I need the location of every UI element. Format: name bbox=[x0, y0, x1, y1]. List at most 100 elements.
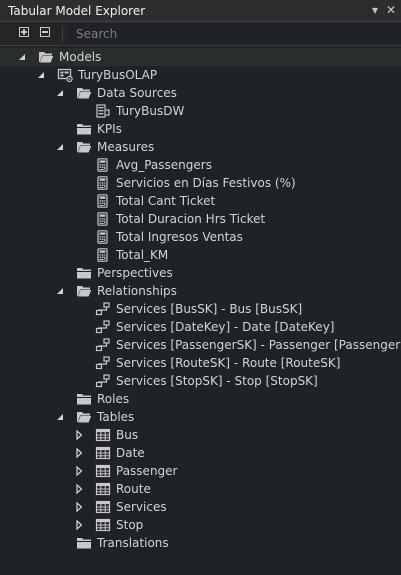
tree-item[interactable]: Services [PassengerSK] - Passenger [Pass… bbox=[0, 336, 401, 354]
expanded-arrow-icon[interactable] bbox=[54, 285, 66, 297]
table-icon bbox=[95, 500, 111, 514]
tree-item[interactable]: KPIs bbox=[0, 120, 401, 138]
datasource-icon bbox=[95, 104, 111, 118]
table-icon bbox=[95, 518, 111, 532]
tree-item[interactable]: Models bbox=[0, 48, 401, 66]
tree-item-label: TuryBusOLAP bbox=[78, 68, 158, 82]
tree-item-label: Bus bbox=[116, 428, 139, 442]
tree-item[interactable]: Total Duracion Hrs Ticket bbox=[0, 210, 401, 228]
collapse-all-button[interactable] bbox=[40, 27, 50, 37]
tree-item-label: Avg_Passengers bbox=[116, 158, 212, 172]
tree-item-label: Measures bbox=[97, 140, 155, 154]
tree-item-label: Services [BusSK] - Bus [BusSK] bbox=[116, 302, 303, 316]
collapsed-arrow-icon[interactable] bbox=[73, 501, 85, 513]
tree-item-label: KPIs bbox=[97, 122, 122, 136]
title-bar: Tabular Model Explorer ▾ ✕ bbox=[0, 0, 401, 22]
tree-item[interactable]: Tables bbox=[0, 408, 401, 426]
tree-item[interactable]: Avg_Passengers bbox=[0, 156, 401, 174]
relationship-icon bbox=[95, 356, 111, 370]
tree-item[interactable]: TuryBusOLAP bbox=[0, 66, 401, 84]
tree-item[interactable]: Bus bbox=[0, 426, 401, 444]
tree-item-label: Stop bbox=[116, 518, 144, 532]
folder-icon bbox=[76, 266, 92, 280]
tree-item[interactable]: Services [DateKey] - Date [DateKey] bbox=[0, 318, 401, 336]
calculator-icon bbox=[95, 248, 111, 262]
expanded-arrow-icon[interactable] bbox=[54, 411, 66, 423]
folder-open-icon bbox=[76, 284, 92, 298]
calculator-icon bbox=[95, 230, 111, 244]
relationship-icon bbox=[95, 374, 111, 388]
collapsed-arrow-icon[interactable] bbox=[73, 519, 85, 531]
folder-open-icon bbox=[38, 50, 54, 64]
relationship-icon bbox=[95, 338, 111, 352]
tree-item-label: TuryBusDW bbox=[116, 104, 185, 118]
calculator-icon bbox=[95, 176, 111, 190]
tree-item-label: Models bbox=[59, 50, 102, 64]
tree-item-label: Perspectives bbox=[97, 266, 173, 280]
tree-item[interactable]: Servicios en Días Festivos (%) bbox=[0, 174, 401, 192]
expand-all-button[interactable] bbox=[19, 27, 29, 37]
tree-item[interactable]: Translations bbox=[0, 534, 401, 552]
expanded-arrow-icon[interactable] bbox=[35, 69, 47, 81]
tree-item-label: Date bbox=[116, 446, 145, 460]
tree-item-label: Route bbox=[116, 482, 151, 496]
calculator-icon bbox=[95, 194, 111, 208]
collapsed-arrow-icon[interactable] bbox=[73, 447, 85, 459]
tree-item[interactable]: Services bbox=[0, 498, 401, 516]
tree-item-label: Total_KM bbox=[116, 248, 169, 262]
tree-item[interactable]: Roles bbox=[0, 390, 401, 408]
collapsed-arrow-icon[interactable] bbox=[73, 465, 85, 477]
dropdown-arrow-icon[interactable]: ▾ bbox=[368, 3, 382, 17]
expanded-arrow-icon[interactable] bbox=[54, 87, 66, 99]
table-icon bbox=[95, 428, 111, 442]
tree-item[interactable]: Route bbox=[0, 480, 401, 498]
window-title: Tabular Model Explorer bbox=[8, 4, 146, 18]
toolbar-separator bbox=[62, 26, 63, 42]
tree-item-label: Total Cant Ticket bbox=[116, 194, 216, 208]
tree-item-label: Relationships bbox=[97, 284, 177, 298]
folder-open-icon bbox=[76, 140, 92, 154]
expanded-arrow-icon[interactable] bbox=[54, 141, 66, 153]
tree-item-label: Tables bbox=[97, 410, 135, 424]
tree-item[interactable]: Passenger bbox=[0, 462, 401, 480]
expanded-arrow-icon[interactable] bbox=[16, 51, 28, 63]
table-icon bbox=[95, 464, 111, 478]
tree-item-label: Total Ingresos Ventas bbox=[116, 230, 243, 244]
folder-icon bbox=[76, 392, 92, 406]
tree-item-label: Servicios en Días Festivos (%) bbox=[116, 176, 296, 190]
tree-item[interactable]: Services [BusSK] - Bus [BusSK] bbox=[0, 300, 401, 318]
folder-open-icon bbox=[76, 410, 92, 424]
tree-item[interactable]: Services [RouteSK] - Route [RouteSK] bbox=[0, 354, 401, 372]
tree-item-label: Services bbox=[116, 500, 167, 514]
tree-item[interactable]: Stop bbox=[0, 516, 401, 534]
tree-item-label: Translations bbox=[97, 536, 169, 550]
tree-item[interactable]: Total Cant Ticket bbox=[0, 192, 401, 210]
close-icon[interactable]: ✕ bbox=[384, 3, 398, 17]
tree-item-label: Total Duracion Hrs Ticket bbox=[116, 212, 266, 226]
tree-item[interactable]: Total_KM bbox=[0, 246, 401, 264]
relationship-icon bbox=[95, 302, 111, 316]
tree-item[interactable]: Date bbox=[0, 444, 401, 462]
search-input[interactable] bbox=[68, 24, 401, 43]
tree-item[interactable]: Measures bbox=[0, 138, 401, 156]
table-icon bbox=[95, 446, 111, 460]
tree-item[interactable]: Perspectives bbox=[0, 264, 401, 282]
tree-item-label: Roles bbox=[97, 392, 130, 406]
table-icon bbox=[95, 482, 111, 496]
tree-item-label: Passenger bbox=[116, 464, 178, 478]
calculator-icon bbox=[95, 158, 111, 172]
folder-icon bbox=[76, 122, 92, 136]
tree-item[interactable]: Total Ingresos Ventas bbox=[0, 228, 401, 246]
tree-item-label: Services [DateKey] - Date [DateKey] bbox=[116, 320, 335, 334]
tree-item[interactable]: Data Sources bbox=[0, 84, 401, 102]
model-icon bbox=[57, 68, 73, 82]
tree-item[interactable]: TuryBusDW bbox=[0, 102, 401, 120]
collapsed-arrow-icon[interactable] bbox=[73, 429, 85, 441]
tree-item-label: Data Sources bbox=[97, 86, 177, 100]
toolbar bbox=[0, 22, 401, 46]
relationship-icon bbox=[95, 320, 111, 334]
folder-open-icon bbox=[76, 86, 92, 100]
tree-item[interactable]: Services [StopSK] - Stop [StopSK] bbox=[0, 372, 401, 390]
tree-item[interactable]: Relationships bbox=[0, 282, 401, 300]
collapsed-arrow-icon[interactable] bbox=[73, 483, 85, 495]
